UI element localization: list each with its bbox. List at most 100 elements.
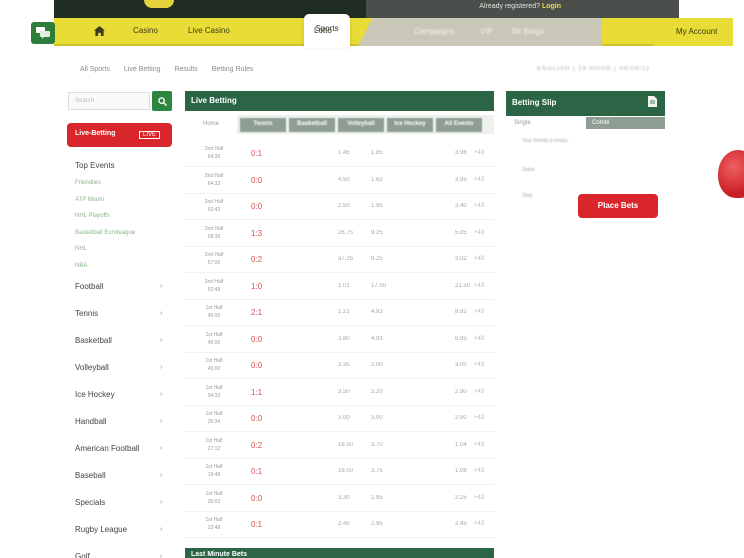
odds-home[interactable]: 16.00 (338, 468, 353, 474)
odds-draw[interactable]: 9.25 (371, 256, 383, 262)
tab-basketball[interactable]: Basketball (289, 118, 335, 132)
odds-home[interactable]: 1.01 (338, 283, 350, 289)
odds-away[interactable]: 6.95 (455, 336, 467, 342)
odds-home[interactable]: 2.50 (338, 203, 350, 209)
sidebar-sport-item[interactable]: Tennis (75, 309, 98, 318)
live-event-row[interactable]: 2nd Half 58:36 1:3 26.75 9.25 5.05 +43 (185, 221, 494, 247)
live-event-row[interactable]: 1st Half 26:34 0:0 3.00 3.00 2.90 +43 (185, 406, 494, 432)
odds-away[interactable]: 3.95 (455, 177, 467, 183)
chevron-right-icon[interactable]: › (160, 283, 162, 290)
odds-draw[interactable]: 3.20 (371, 389, 383, 395)
odds-away[interactable]: 21.50 (455, 283, 470, 289)
tab-all-events[interactable]: All Events (436, 118, 482, 132)
odds-away[interactable]: 5.05 (455, 230, 467, 236)
subnav-all-sports[interactable]: All Sports (80, 66, 110, 73)
odds-draw[interactable]: 2.95 (371, 495, 383, 501)
chevron-right-icon[interactable]: › (160, 445, 162, 452)
tab-single[interactable]: Single (506, 117, 586, 129)
more-markets-link[interactable]: +43 (474, 177, 484, 183)
live-event-row[interactable]: 1st Half 26:03 0:0 3.30 2.95 2.25 +43 (185, 486, 494, 512)
odds-home[interactable]: 1.45 (338, 150, 350, 156)
tab-tennis[interactable]: Tennis (240, 118, 286, 132)
chevron-right-icon[interactable]: › (160, 391, 162, 398)
odds-draw[interactable]: 3.75 (371, 468, 383, 474)
odds-away[interactable]: 8.92 (455, 309, 467, 315)
sidebar-sport-item[interactable]: Specials (75, 498, 105, 507)
top-event-link[interactable]: NHL Playoffs (75, 213, 110, 219)
odds-away[interactable]: 2.90 (455, 389, 467, 395)
nav-live-casino[interactable]: Live Casino (188, 26, 230, 35)
tab-home[interactable]: Home (185, 115, 237, 134)
odds-draw[interactable]: 9.25 (371, 230, 383, 236)
more-markets-link[interactable]: +43 (474, 521, 484, 527)
sidebar-sport-item[interactable]: Volleyball (75, 363, 109, 372)
more-markets-link[interactable]: +43 (474, 495, 484, 501)
sidebar-sport-item[interactable]: American Football (75, 444, 139, 453)
odds-draw[interactable]: 2.95 (371, 521, 383, 527)
top-event-link[interactable]: NBA (75, 263, 87, 269)
odds-home[interactable]: 16.50 (338, 442, 353, 448)
live-event-row[interactable]: 2nd Half 64:36 0:1 1.45 1.85 3.96 +43 (185, 141, 494, 167)
more-markets-link[interactable]: +43 (474, 362, 484, 368)
chat-button[interactable] (31, 22, 55, 44)
chevron-right-icon[interactable]: › (160, 526, 162, 533)
odds-away[interactable]: 3.00 (455, 362, 467, 368)
odds-draw[interactable]: 3.70 (371, 442, 383, 448)
more-markets-link[interactable]: +43 (474, 309, 484, 315)
top-event-link[interactable]: NHL (75, 246, 87, 252)
odds-draw[interactable]: 4.93 (371, 336, 383, 342)
more-markets-link[interactable]: +43 (474, 389, 484, 395)
tab-ice-hockey[interactable]: Ice Hockey (387, 118, 433, 132)
odds-home[interactable]: 3.35 (338, 362, 350, 368)
odds-draw[interactable]: 3.00 (371, 415, 383, 421)
odds-away[interactable]: 2.45 (455, 521, 467, 527)
more-markets-link[interactable]: +43 (474, 256, 484, 262)
live-event-row[interactable]: 1st Half 23:48 0:1 2.45 2.95 2.45 +43 (185, 512, 494, 538)
odds-home[interactable]: 3.30 (338, 495, 350, 501)
more-markets-link[interactable]: +43 (474, 336, 484, 342)
home-icon[interactable] (94, 26, 105, 36)
login-link[interactable]: Login (542, 3, 561, 10)
odds-away[interactable]: 1.04 (455, 442, 467, 448)
odds-draw[interactable]: 1.85 (371, 150, 383, 156)
odds-away[interactable]: 2.90 (455, 415, 467, 421)
odds-home[interactable]: 4.50 (338, 177, 350, 183)
odds-home[interactable]: 26.75 (338, 230, 353, 236)
live-event-row[interactable]: 1st Half 34:33 1:1 3.50 3.20 2.90 +43 (185, 380, 494, 406)
chevron-right-icon[interactable]: › (160, 553, 162, 558)
chevron-right-icon[interactable]: › (160, 337, 162, 344)
live-event-row[interactable]: 2nd Half 63:42 0:0 2.50 1.95 3.40 +43 (185, 194, 494, 220)
search-button[interactable] (152, 91, 172, 111)
live-event-row[interactable]: 1st Half 45:00 2:1 1.21 4.93 8.92 +43 (185, 300, 494, 326)
odds-home[interactable]: 37.25 (338, 256, 353, 262)
sidebar-sport-item[interactable]: Football (75, 282, 103, 291)
more-markets-link[interactable]: +43 (474, 442, 484, 448)
sidebar-sport-item[interactable]: Baseball (75, 471, 106, 480)
locale-settings[interactable]: ENGLISH | 24-HOUR | 04/06/11 (537, 66, 650, 72)
search-input[interactable]: Search (68, 92, 150, 110)
chevron-right-icon[interactable]: › (160, 499, 162, 506)
more-markets-link[interactable]: +43 (474, 230, 484, 236)
odds-draw[interactable]: 1.95 (371, 203, 383, 209)
live-event-row[interactable]: 1st Half 19:48 0:1 16.00 3.75 1.08 +43 (185, 459, 494, 485)
subnav-results[interactable]: Results (174, 66, 197, 73)
odds-home[interactable]: 2.45 (338, 521, 350, 527)
place-bets-button[interactable]: Place Bets (578, 194, 658, 218)
odds-draw[interactable]: 2.00 (371, 362, 383, 368)
sidebar-sport-item[interactable]: Basketball (75, 336, 112, 345)
top-event-link[interactable]: Basketball Euroleague (75, 230, 135, 236)
live-event-row[interactable]: 1st Half 27:12 0:2 16.50 3.70 1.04 +43 (185, 433, 494, 459)
live-event-row[interactable]: 1st Half 45:00 0:0 3.80 4.93 6.95 +43 (185, 327, 494, 353)
subnav-live-betting[interactable]: Live Betting (124, 66, 161, 73)
odds-draw[interactable]: 4.93 (371, 309, 383, 315)
top-event-link[interactable]: ATP Miami (75, 197, 104, 203)
live-betting-button[interactable]: Live-Betting LIVE (67, 123, 172, 147)
sidebar-sport-item[interactable]: Ice Hockey (75, 390, 115, 399)
more-markets-link[interactable]: +43 (474, 415, 484, 421)
more-markets-link[interactable]: +43 (474, 150, 484, 156)
logo[interactable] (144, 0, 174, 8)
print-icon[interactable] (648, 96, 657, 107)
nav-casino[interactable]: Casino (133, 26, 158, 35)
sidebar-sport-item[interactable]: Handball (75, 417, 107, 426)
live-event-row[interactable]: 1st Half 45:00 0:0 3.35 2.00 3.00 +43 (185, 353, 494, 379)
